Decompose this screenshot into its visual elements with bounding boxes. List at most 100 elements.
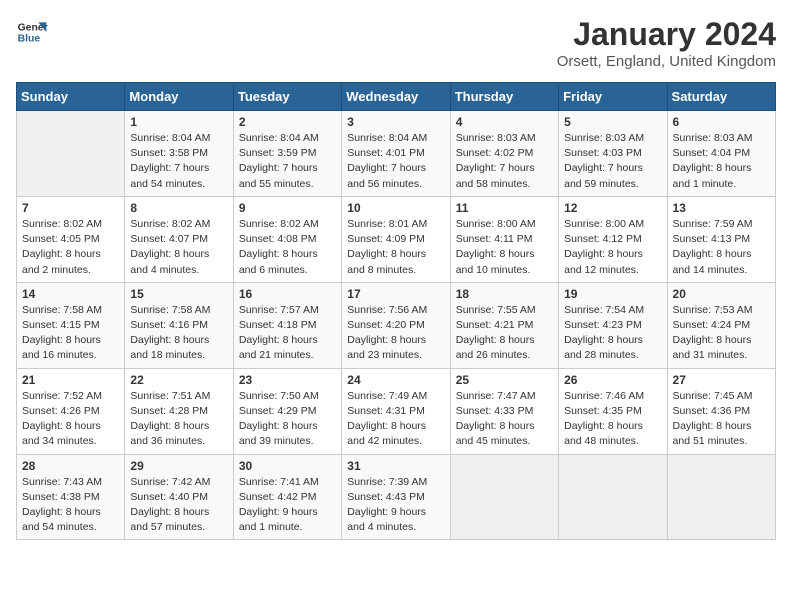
day-info: Sunrise: 7:52 AMSunset: 4:26 PMDaylight:…	[22, 389, 119, 450]
calendar-cell: 1 Sunrise: 8:04 AMSunset: 3:58 PMDaylight…	[125, 111, 233, 197]
calendar-cell: 22 Sunrise: 7:51 AMSunset: 4:28 PMDayligh…	[125, 368, 233, 454]
day-info: Sunrise: 7:58 AMSunset: 4:15 PMDaylight:…	[22, 303, 119, 364]
day-info: Sunrise: 7:41 AMSunset: 4:42 PMDaylight:…	[239, 475, 336, 536]
calendar-cell	[17, 111, 125, 197]
day-number: 27	[673, 373, 770, 387]
day-number: 10	[347, 201, 444, 215]
day-info: Sunrise: 8:00 AMSunset: 4:11 PMDaylight:…	[456, 217, 553, 278]
day-number: 30	[239, 459, 336, 473]
day-number: 15	[130, 287, 227, 301]
calendar-table: SundayMondayTuesdayWednesdayThursdayFrid…	[16, 82, 776, 540]
calendar-cell	[667, 454, 775, 540]
day-number: 28	[22, 459, 119, 473]
calendar-row: 14Sunrise: 7:58 AMSunset: 4:15 PMDayligh…	[17, 282, 776, 368]
calendar-row: 28 Sunrise: 7:43 AMSunset: 4:38 PMDayligh…	[17, 454, 776, 540]
calendar-cell: 13Sunrise: 7:59 AMSunset: 4:13 PMDayligh…	[667, 196, 775, 282]
logo-icon: General Blue	[16, 16, 48, 48]
day-number: 20	[673, 287, 770, 301]
day-number: 6	[673, 115, 770, 129]
calendar-cell: 25Sunrise: 7:47 AMSunset: 4:33 PMDayligh…	[450, 368, 558, 454]
calendar-cell: 17Sunrise: 7:56 AMSunset: 4:20 PMDayligh…	[342, 282, 450, 368]
day-number: 18	[456, 287, 553, 301]
day-number: 8	[130, 201, 227, 215]
calendar-row: 7 Sunrise: 8:02 AMSunset: 4:05 PMDaylight…	[17, 196, 776, 282]
day-info: Sunrise: 7:43 AMSunset: 4:38 PMDaylight:…	[22, 475, 119, 536]
day-info: Sunrise: 7:57 AMSunset: 4:18 PMDaylight:…	[239, 303, 336, 364]
day-info: Sunrise: 7:45 AMSunset: 4:36 PMDaylight:…	[673, 389, 770, 450]
calendar-cell: 15Sunrise: 7:58 AMSunset: 4:16 PMDayligh…	[125, 282, 233, 368]
calendar-row: 21 Sunrise: 7:52 AMSunset: 4:26 PMDayligh…	[17, 368, 776, 454]
day-number: 22	[130, 373, 227, 387]
day-info: Sunrise: 8:01 AMSunset: 4:09 PMDaylight:…	[347, 217, 444, 278]
weekday-header-cell: Friday	[559, 83, 667, 111]
day-info: Sunrise: 7:42 AMSunset: 4:40 PMDaylight:…	[130, 475, 227, 536]
day-info: Sunrise: 7:50 AMSunset: 4:29 PMDaylight:…	[239, 389, 336, 450]
day-info: Sunrise: 7:54 AMSunset: 4:23 PMDaylight:…	[564, 303, 661, 364]
day-number: 3	[347, 115, 444, 129]
weekday-header-cell: Saturday	[667, 83, 775, 111]
calendar-cell: 12 Sunrise: 8:00 AMSunset: 4:12 PMDayligh…	[559, 196, 667, 282]
day-info: Sunrise: 8:04 AMSunset: 4:01 PMDaylight:…	[347, 131, 444, 192]
day-number: 21	[22, 373, 119, 387]
calendar-cell: 16 Sunrise: 7:57 AMSunset: 4:18 PMDayligh…	[233, 282, 341, 368]
weekday-header-row: SundayMondayTuesdayWednesdayThursdayFrid…	[17, 83, 776, 111]
calendar-subtitle: Orsett, England, United Kingdom	[557, 53, 776, 70]
calendar-cell: 23 Sunrise: 7:50 AMSunset: 4:29 PMDayligh…	[233, 368, 341, 454]
calendar-cell	[559, 454, 667, 540]
day-info: Sunrise: 8:02 AMSunset: 4:05 PMDaylight:…	[22, 217, 119, 278]
day-info: Sunrise: 7:55 AMSunset: 4:21 PMDaylight:…	[456, 303, 553, 364]
calendar-cell: 14Sunrise: 7:58 AMSunset: 4:15 PMDayligh…	[17, 282, 125, 368]
calendar-row: 1 Sunrise: 8:04 AMSunset: 3:58 PMDaylight…	[17, 111, 776, 197]
day-info: Sunrise: 8:03 AMSunset: 4:02 PMDaylight:…	[456, 131, 553, 192]
calendar-body: 1 Sunrise: 8:04 AMSunset: 3:58 PMDaylight…	[17, 111, 776, 540]
day-number: 12	[564, 201, 661, 215]
weekday-header-cell: Thursday	[450, 83, 558, 111]
header: General Blue January 2024 Orsett, Englan…	[16, 16, 776, 70]
day-number: 17	[347, 287, 444, 301]
day-number: 29	[130, 459, 227, 473]
day-number: 5	[564, 115, 661, 129]
day-number: 1	[130, 115, 227, 129]
calendar-cell: 26Sunrise: 7:46 AMSunset: 4:35 PMDayligh…	[559, 368, 667, 454]
calendar-cell: 10 Sunrise: 8:01 AMSunset: 4:09 PMDayligh…	[342, 196, 450, 282]
day-info: Sunrise: 8:02 AMSunset: 4:07 PMDaylight:…	[130, 217, 227, 278]
calendar-cell: 24 Sunrise: 7:49 AMSunset: 4:31 PMDayligh…	[342, 368, 450, 454]
day-number: 9	[239, 201, 336, 215]
day-info: Sunrise: 7:53 AMSunset: 4:24 PMDaylight:…	[673, 303, 770, 364]
calendar-cell: 28 Sunrise: 7:43 AMSunset: 4:38 PMDayligh…	[17, 454, 125, 540]
weekday-header-cell: Wednesday	[342, 83, 450, 111]
day-number: 23	[239, 373, 336, 387]
day-number: 11	[456, 201, 553, 215]
day-info: Sunrise: 8:04 AMSunset: 3:58 PMDaylight:…	[130, 131, 227, 192]
day-info: Sunrise: 8:00 AMSunset: 4:12 PMDaylight:…	[564, 217, 661, 278]
calendar-cell: 27 Sunrise: 7:45 AMSunset: 4:36 PMDayligh…	[667, 368, 775, 454]
day-number: 2	[239, 115, 336, 129]
calendar-cell: 21 Sunrise: 7:52 AMSunset: 4:26 PMDayligh…	[17, 368, 125, 454]
day-number: 13	[673, 201, 770, 215]
calendar-cell: 4Sunrise: 8:03 AMSunset: 4:02 PMDaylight…	[450, 111, 558, 197]
day-info: Sunrise: 7:47 AMSunset: 4:33 PMDaylight:…	[456, 389, 553, 450]
calendar-cell: 11 Sunrise: 8:00 AMSunset: 4:11 PMDayligh…	[450, 196, 558, 282]
day-number: 19	[564, 287, 661, 301]
weekday-header-cell: Tuesday	[233, 83, 341, 111]
weekday-header-cell: Sunday	[17, 83, 125, 111]
day-number: 26	[564, 373, 661, 387]
day-info: Sunrise: 7:49 AMSunset: 4:31 PMDaylight:…	[347, 389, 444, 450]
calendar-title: January 2024	[557, 16, 776, 53]
day-number: 16	[239, 287, 336, 301]
calendar-cell: 8 Sunrise: 8:02 AMSunset: 4:07 PMDaylight…	[125, 196, 233, 282]
calendar-cell: 31Sunrise: 7:39 AMSunset: 4:43 PMDayligh…	[342, 454, 450, 540]
day-number: 24	[347, 373, 444, 387]
weekday-header-cell: Monday	[125, 83, 233, 111]
calendar-cell: 3 Sunrise: 8:04 AMSunset: 4:01 PMDaylight…	[342, 111, 450, 197]
calendar-cell: 18 Sunrise: 7:55 AMSunset: 4:21 PMDayligh…	[450, 282, 558, 368]
day-info: Sunrise: 8:04 AMSunset: 3:59 PMDaylight:…	[239, 131, 336, 192]
day-info: Sunrise: 7:51 AMSunset: 4:28 PMDaylight:…	[130, 389, 227, 450]
calendar-cell: 29 Sunrise: 7:42 AMSunset: 4:40 PMDayligh…	[125, 454, 233, 540]
day-number: 7	[22, 201, 119, 215]
day-info: Sunrise: 8:03 AMSunset: 4:04 PMDaylight:…	[673, 131, 770, 192]
calendar-cell: 5Sunrise: 8:03 AMSunset: 4:03 PMDaylight…	[559, 111, 667, 197]
day-number: 31	[347, 459, 444, 473]
svg-text:Blue: Blue	[18, 34, 41, 45]
calendar-cell: 20 Sunrise: 7:53 AMSunset: 4:24 PMDayligh…	[667, 282, 775, 368]
